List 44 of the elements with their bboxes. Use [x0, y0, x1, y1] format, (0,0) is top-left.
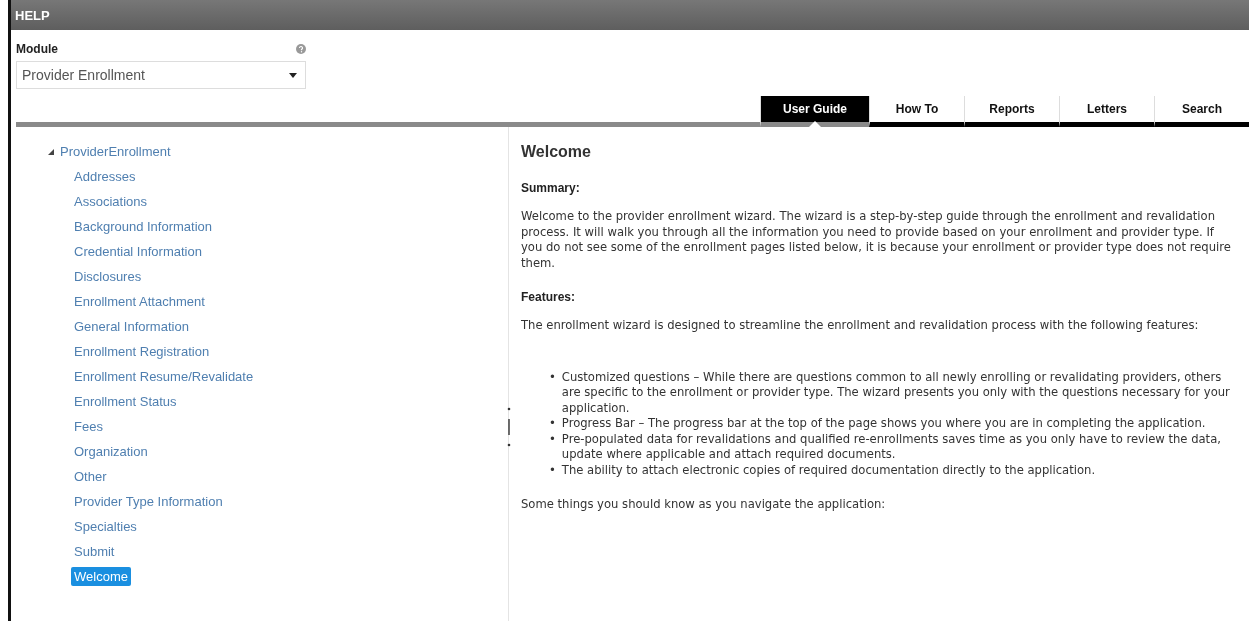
module-dropdown[interactable]: Provider Enrollment: [16, 61, 306, 89]
window-title: HELP: [15, 7, 50, 23]
tree-item[interactable]: Associations: [71, 192, 150, 211]
tree-item[interactable]: Organization: [71, 442, 151, 461]
module-label: Module: [16, 42, 58, 56]
tree-item[interactable]: Welcome: [71, 567, 131, 586]
help-icon[interactable]: [296, 44, 306, 54]
article-title: Welcome: [521, 143, 592, 161]
bullet-item: Progress Bar – The progress bar at the top of the page shows you where you are in completing the application.: [561, 416, 1207, 432]
tab[interactable]: User Guide: [759, 96, 869, 127]
tree-item[interactable]: Enrollment Registration: [71, 342, 213, 361]
splitter-handle-icon[interactable]: [507, 407, 511, 447]
tree-item[interactable]: Other: [71, 467, 110, 486]
caret-icon: [289, 72, 297, 78]
tab[interactable]: Reports: [964, 96, 1059, 127]
bullet-item: Customized questions – While there are questions common to all newly enrolling or revalidating providers, others are specific to the enrollment or provider type. The wizard presents you only with the questions necessary for your application.: [561, 369, 1231, 416]
tree-item[interactable]: Disclosures: [71, 267, 145, 286]
bullet-item: Pre-populated data for revalidations and qualified re-enrollments saves time as you only have to review the data, update where applicable and attach required documents.: [561, 431, 1222, 463]
tab[interactable]: How To: [869, 96, 964, 127]
tree-item[interactable]: Enrollment Attachment: [71, 292, 208, 311]
tree-item[interactable]: Submit: [71, 542, 118, 561]
section-heading: Summary:: [521, 181, 581, 195]
tree-item[interactable]: Provider Type Information: [71, 492, 226, 511]
tree-item[interactable]: General Information: [71, 317, 192, 336]
tree-item[interactable]: Specialties: [71, 517, 140, 536]
tab[interactable]: Letters: [1059, 96, 1154, 127]
tree-item[interactable]: Background Information: [71, 217, 216, 236]
bullet-marker: •: [549, 431, 556, 448]
paragraph: The enrollment wizard is designed to streamline the enrollment and revalidation process with the following features:: [521, 318, 1200, 334]
paragraph: Welcome to the provider enrollment wizard. The wizard is a step-by-step guide through the enrollment and revalidation process. It will walk you through all the information you need to provide based on your enrollment and provider type. If you do not see some of the enrollment pages listed below, it is because your enrollment or provider type does not require them.: [521, 209, 1232, 271]
section-heading: Features:: [521, 290, 577, 304]
paragraph: Some things you should know as you navigate the application:: [521, 497, 887, 513]
tree-item[interactable]: ProviderEnrollment: [57, 142, 174, 161]
bullet-marker: •: [549, 416, 556, 432]
expanded-triangle-icon[interactable]: [48, 148, 54, 155]
tree-item[interactable]: Addresses: [71, 167, 139, 186]
tab[interactable]: Search: [1154, 96, 1249, 127]
tree-item[interactable]: Credential Information: [71, 242, 205, 261]
tree-item[interactable]: Enrollment Resume/Revalidate: [71, 367, 257, 386]
tree-item[interactable]: Fees: [71, 417, 106, 436]
bullet-marker: •: [549, 369, 556, 386]
bullet-item: The ability to attach electronic copies of required documentation directly to the application.: [561, 462, 1097, 478]
tree-item[interactable]: Enrollment Status: [71, 392, 180, 411]
bullet-marker: •: [549, 462, 556, 478]
